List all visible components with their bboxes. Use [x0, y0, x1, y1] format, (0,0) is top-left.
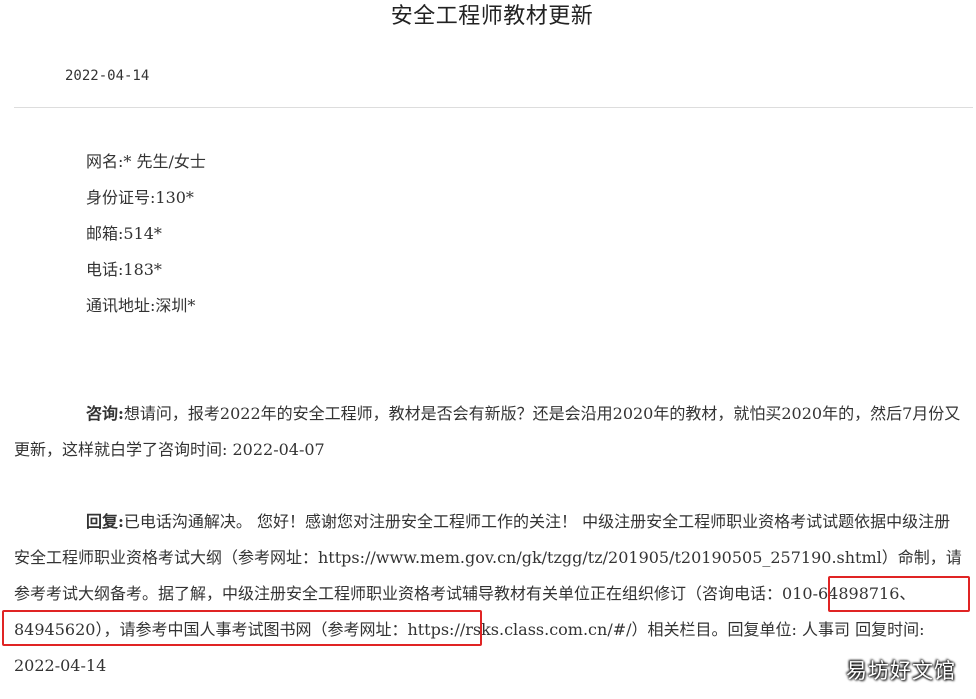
reply-paragraph: 回复:已电话沟通解决。 您好！感谢您对注册安全工程师工作的关注！ 中级注册安全工…: [14, 504, 966, 684]
info-name: 网名:* 先生/女士: [86, 152, 206, 171]
reply-highlight-text: 据了解，中级注册安全工程师职业资格考试辅导教材有关单位正在组织修订: [158, 584, 687, 603]
info-phone: 电话:183*: [86, 260, 162, 279]
reply-label: 回复:: [86, 512, 124, 531]
info-id-number: 身份证号:130*: [86, 188, 194, 207]
inquiry-text: 想请问，报考2022年的安全工程师，教材是否会有新版？还是会沿用2020年的教材…: [14, 404, 961, 459]
inquiry-label: 咨询:: [86, 404, 124, 423]
header-divider: [14, 107, 973, 108]
highlight-box-bottom: [2, 610, 482, 646]
info-address: 通讯地址:深圳*: [86, 296, 196, 315]
inquiry-paragraph: 咨询:想请问，报考2022年的安全工程师，教材是否会有新版？还是会沿用2020年…: [14, 396, 966, 468]
watermark-logo: 易坊好文馆: [846, 659, 956, 683]
info-postcode: 邮箱:514*: [86, 224, 162, 243]
article-date: 2022-04-14: [65, 68, 150, 84]
article-title: 安全工程师教材更新: [390, 4, 594, 29]
highlight-box-top: [828, 576, 970, 612]
